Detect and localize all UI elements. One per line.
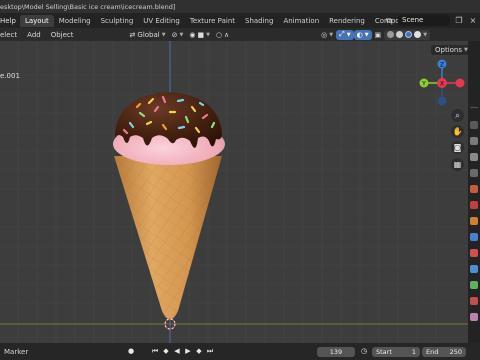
marker-menu[interactable]: Marker — [0, 348, 32, 356]
view-object-types-dropdown[interactable]: ◎ ▼ — [318, 30, 336, 40]
output-properties-icon[interactable] — [470, 153, 478, 161]
tool-properties-icon[interactable] — [470, 121, 478, 129]
eye-icon: ◎ — [321, 30, 328, 39]
end-value: 250 — [449, 348, 462, 356]
close-icon[interactable]: × — [468, 16, 478, 26]
tab-layout[interactable]: Layout — [19, 14, 54, 27]
chevron-down-icon: ▼ — [206, 31, 210, 38]
chevron-down-icon: ▼ — [161, 31, 166, 38]
gizmo-x-label: X — [440, 81, 444, 88]
tab-animation[interactable]: Animation — [278, 15, 324, 27]
orientation-icon: ⇄ — [129, 30, 136, 39]
jump-start-icon[interactable]: ⏮ — [151, 347, 159, 356]
overlays-toggle[interactable]: ◐ ▼ — [353, 29, 372, 40]
proportional-edit-icon: ○ — [215, 30, 223, 39]
tab-rendering[interactable]: Rendering — [324, 15, 370, 27]
options-label: Options — [435, 46, 463, 54]
gizmo-toggle[interactable]: ⤢ ▼ — [336, 29, 354, 40]
copy-icon[interactable]: ❐ — [454, 16, 464, 26]
chevron-down-icon: ▼ — [329, 31, 334, 38]
pivot-dropdown[interactable]: ⊘ ▼ — [169, 30, 187, 40]
rendered-shading-icon[interactable] — [414, 31, 422, 38]
tab-modeling[interactable]: Modeling — [54, 15, 96, 27]
gizmo-z-label: Z — [440, 62, 444, 69]
xray-icon: ▣ — [374, 30, 382, 39]
next-keyframe-icon[interactable]: ◆ — [195, 347, 203, 356]
constraints-icon[interactable] — [470, 281, 478, 289]
start-value: 1 — [411, 348, 416, 356]
particles-icon[interactable] — [470, 249, 478, 257]
prev-keyframe-icon[interactable]: ◆ — [162, 347, 170, 356]
end-frame-field[interactable]: End 250 — [422, 347, 466, 357]
zoom-icon[interactable]: ⌕ — [451, 109, 464, 122]
chevron-down-icon[interactable]: ▼ — [423, 32, 427, 38]
camera-icon[interactable]: ◙ — [451, 141, 464, 154]
object-menu[interactable]: Object — [46, 31, 79, 39]
snap-toggle[interactable]: ◉ ■ ▼ — [186, 30, 213, 40]
transform-orientation-label: Global — [137, 30, 160, 39]
overlays-icon: ◐ — [356, 30, 363, 39]
object-properties-icon[interactable] — [470, 217, 478, 225]
help-menu[interactable]: Help — [0, 17, 20, 25]
scene-selector[interactable]: Scene — [398, 15, 450, 26]
3d-viewport[interactable]: Y X Z e.001 Options ▼ ⌕ ✋ ◙ ▦ — [0, 41, 468, 343]
current-frame-field[interactable]: 139 — [317, 347, 355, 357]
play-icon[interactable]: ▶ — [184, 347, 192, 356]
scene-icon[interactable]: ⧉ — [384, 16, 394, 26]
scene-properties-icon[interactable] — [470, 185, 478, 193]
select-menu[interactable]: elect — [0, 31, 22, 39]
material-icon[interactable] — [470, 297, 478, 305]
gizmo-x-neg-handle[interactable] — [455, 78, 465, 88]
render-properties-icon[interactable] — [470, 137, 478, 145]
material-preview-icon[interactable] — [405, 31, 413, 38]
pivot-icon: ⊘ — [171, 30, 178, 39]
gizmo-z-neg-handle[interactable] — [437, 96, 447, 106]
chevron-down-icon: ▼ — [179, 31, 184, 38]
gizmo-y-label: Y — [421, 81, 426, 88]
snap-target-icon: ■ — [197, 30, 205, 39]
physics-icon[interactable] — [470, 265, 478, 273]
jump-end-icon[interactable]: ⏭ — [206, 347, 214, 356]
tab-uv-editing[interactable]: UV Editing — [138, 15, 185, 27]
tab-sculpting[interactable]: Sculpting — [96, 15, 139, 27]
end-label: End — [426, 348, 439, 356]
hand-pan-icon[interactable]: ✋ — [451, 125, 464, 138]
play-reverse-icon[interactable]: ◀ — [173, 347, 181, 356]
window-title-bar: esktop\Model Selling\Basic ice cream\ice… — [0, 0, 480, 13]
chevron-down-icon: ▼ — [364, 31, 369, 38]
falloff-icon: ∧ — [224, 30, 230, 39]
add-menu[interactable]: Add — [22, 31, 46, 39]
options-dropdown[interactable]: Options ▼ — [431, 45, 468, 55]
world-properties-icon[interactable] — [470, 201, 478, 209]
active-object-name: e.001 — [0, 72, 20, 80]
solid-shading-icon[interactable] — [396, 31, 404, 38]
magnet-icon: ◉ — [189, 30, 196, 39]
xray-toggle[interactable]: ▣ — [372, 30, 385, 40]
record-icon[interactable]: ● — [127, 347, 135, 356]
viewport-canvas: Y X Z — [0, 41, 468, 343]
proportional-edit-toggle[interactable]: ○ ∧ — [213, 30, 232, 40]
tab-shading[interactable]: Shading — [240, 15, 278, 27]
gizmo-icon: ⤢ — [339, 30, 345, 38]
stopwatch-icon[interactable]: ◷ — [360, 347, 368, 356]
transform-orientation-dropdown[interactable]: ⇄ Global ▼ — [127, 30, 169, 40]
start-label: Start — [376, 348, 392, 356]
start-frame-field[interactable]: Start 1 — [372, 347, 420, 357]
chevron-down-icon: ▼ — [346, 31, 351, 38]
floor-grid — [0, 41, 468, 343]
wireframe-shading-icon[interactable] — [387, 31, 395, 38]
texture-icon[interactable] — [470, 313, 478, 321]
scene-selector-area: ⧉ Scene ❐ × — [384, 13, 480, 28]
viewport-header: elect Add Object ⇄ Global ▼ ⊘ ▼ ◉ ■ ▼ ○ ∧ … — [0, 28, 480, 41]
cone-waffle-texture — [114, 156, 222, 320]
modifier-properties-icon[interactable] — [470, 233, 478, 241]
tab-texture-paint[interactable]: Texture Paint — [185, 15, 240, 27]
shading-mode-group: ▼ — [384, 29, 431, 40]
navigation-gizmo[interactable]: Y X Z — [419, 59, 465, 106]
window-title: esktop\Model Selling\Basic ice cream\ice… — [0, 2, 176, 11]
properties-tab-strip — [468, 41, 480, 343]
view-layer-icon[interactable] — [470, 169, 478, 177]
grid-view-icon[interactable]: ▦ — [451, 158, 464, 171]
